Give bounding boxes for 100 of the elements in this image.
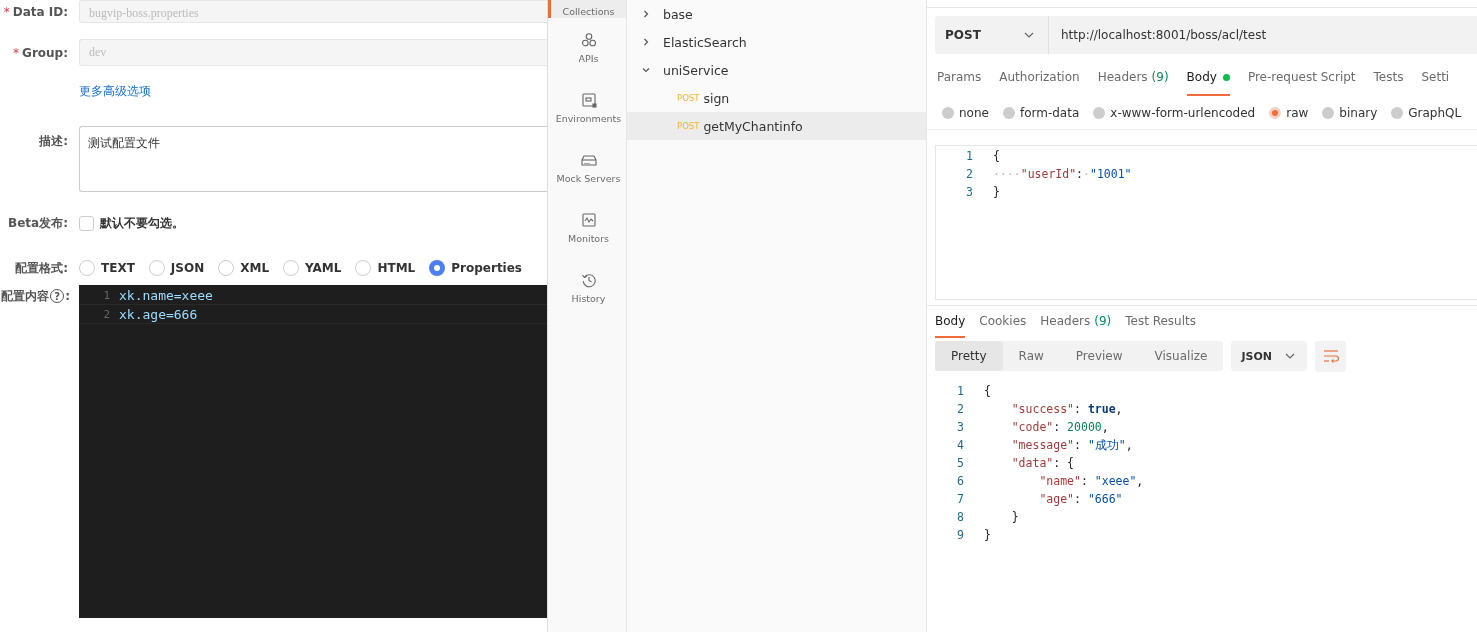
line-number: 5 — [956, 456, 964, 470]
line-number: 9 — [956, 528, 964, 542]
server-icon — [580, 152, 597, 168]
code-line: } — [984, 528, 991, 542]
line-number: 2 — [102, 307, 111, 321]
radio-icon[interactable] — [1093, 106, 1106, 119]
field-label: 配置内容 — [1, 287, 50, 305]
checkbox-label: 默认不要勾选。 — [100, 214, 184, 232]
advanced-options-link[interactable]: 更多高级选项 — [79, 82, 151, 100]
radio-icon[interactable] — [355, 260, 372, 276]
history-icon — [580, 272, 597, 288]
request-tab[interactable]: Tests — [1373, 60, 1404, 96]
format-radio[interactable]: TEXT — [79, 260, 135, 276]
line-number: 8 — [956, 510, 964, 524]
nav-item[interactable]: Monitors — [548, 198, 626, 258]
description-field[interactable]: 测试配置文件 — [79, 126, 547, 192]
request-item[interactable]: POST sign — [627, 84, 926, 112]
body-type-radio[interactable]: GraphQL — [1391, 105, 1462, 120]
apis-icon — [580, 32, 597, 48]
line-number: 3 — [956, 420, 964, 434]
response-tab[interactable]: Body — [935, 305, 966, 338]
method-select[interactable]: POST — [935, 16, 1049, 54]
nav-item[interactable]: Mock Servers — [548, 138, 626, 198]
view-mode-tab[interactable]: Raw — [1002, 341, 1060, 371]
format-radio[interactable]: XML — [218, 260, 270, 276]
code-line: "data": { — [1010, 456, 1075, 470]
nav-item[interactable]: History — [548, 258, 626, 318]
request-item[interactable]: POST getMyChantinfo — [627, 112, 926, 140]
body-type-radio[interactable]: binary — [1322, 105, 1378, 120]
response-tab[interactable]: Headers (9) — [1040, 305, 1112, 338]
chevron-right-icon[interactable] — [641, 9, 651, 19]
radio-icon[interactable] — [218, 260, 235, 276]
nav-item[interactable]: APIs — [548, 18, 626, 78]
body-type-radio[interactable]: raw — [1269, 105, 1309, 120]
monitor-pulse-icon — [580, 212, 597, 228]
line-number: 1 — [102, 288, 111, 302]
line-number: 6 — [956, 474, 964, 488]
code-line: "code": 20000, — [1010, 420, 1109, 434]
environment-icon — [580, 92, 597, 108]
format-radio[interactable]: YAML — [283, 260, 342, 276]
radio-icon[interactable] — [148, 260, 165, 276]
code-line: "name": "xeee", — [1038, 474, 1144, 488]
chevron-down-icon[interactable] — [641, 65, 651, 75]
radio-icon[interactable] — [1002, 106, 1015, 119]
radio-icon[interactable] — [942, 106, 954, 119]
request-tab[interactable]: Authorization — [999, 60, 1080, 96]
nav-item[interactable]: Environments — [548, 78, 626, 138]
body-type-radio[interactable]: x-www-form-urlencoded — [1093, 105, 1256, 120]
request-tab[interactable]: Body — [1186, 60, 1230, 96]
code-line: ····"userId":·"1001" — [993, 167, 1132, 181]
view-mode-tab[interactable]: Visualize — [1138, 341, 1224, 371]
line-number: 3 — [965, 185, 973, 199]
response-tab[interactable]: Cookies — [979, 305, 1027, 338]
required-mark: * — [3, 4, 10, 19]
code-line: "success": true, — [1010, 402, 1123, 416]
request-tab[interactable]: Pre-request Script — [1247, 60, 1356, 96]
caret-icon — [1024, 32, 1034, 38]
body-type-radio[interactable]: none — [942, 105, 989, 120]
line-number: 2 — [965, 167, 973, 181]
collection-item[interactable]: base — [627, 0, 926, 28]
radio-icon[interactable] — [1391, 106, 1404, 119]
view-mode-tab[interactable]: Pretty — [935, 341, 1003, 371]
line-number: 1 — [965, 149, 973, 163]
request-body-editor[interactable]: 1 { 2 ····"userId":·"1001" 3 } — [935, 145, 1477, 300]
field-label: Group: — [22, 45, 68, 60]
caret-icon — [1285, 353, 1296, 359]
format-select[interactable]: JSON — [1231, 341, 1308, 371]
label-colon: : — [65, 289, 70, 303]
code-line: "message": "成功", — [1010, 437, 1133, 453]
radio-icon[interactable] — [79, 260, 95, 276]
code-line: xk.name=xeee — [119, 287, 213, 303]
checkbox[interactable] — [79, 215, 94, 231]
radio-icon[interactable] — [429, 260, 446, 276]
line-number: 7 — [956, 492, 964, 506]
chevron-right-icon[interactable] — [641, 37, 651, 47]
request-tab[interactable]: Params — [937, 60, 982, 96]
collection-item[interactable]: ElasticSearch — [627, 28, 926, 56]
collection-item[interactable]: uniService — [627, 56, 926, 84]
field-label: 描述: — [39, 133, 68, 150]
code-editor[interactable]: 1 xk.name=xeee 2 xk.age=666 — [79, 285, 547, 618]
field-label: 配置格式: — [15, 259, 68, 277]
line-number: 2 — [956, 402, 964, 416]
wrap-button[interactable] — [1315, 340, 1347, 372]
radio-icon[interactable] — [1322, 106, 1335, 119]
wrap-lines-icon — [1322, 349, 1339, 363]
field-label: Beta发布: — [8, 214, 68, 232]
body-type-radio[interactable]: form-data — [1002, 105, 1080, 120]
view-mode-tab[interactable]: Preview — [1059, 341, 1139, 371]
format-radio[interactable]: Properties — [429, 260, 522, 276]
format-radio[interactable]: JSON — [148, 260, 205, 276]
request-tab[interactable]: Setti — [1421, 60, 1450, 96]
radio-icon[interactable] — [283, 260, 300, 276]
response-tab[interactable]: Test Results — [1125, 305, 1196, 338]
url-field[interactable]: http://localhost:8001/boss/acl/test — [1049, 16, 1279, 54]
request-tab[interactable]: Headers (9) — [1097, 60, 1169, 96]
code-line: } — [1010, 510, 1019, 524]
field-label: Data ID: — [12, 4, 68, 19]
nav-item[interactable]: Collections — [548, 0, 626, 18]
code-line: "age": "666" — [1038, 492, 1123, 506]
format-radio[interactable]: HTML — [355, 260, 416, 276]
